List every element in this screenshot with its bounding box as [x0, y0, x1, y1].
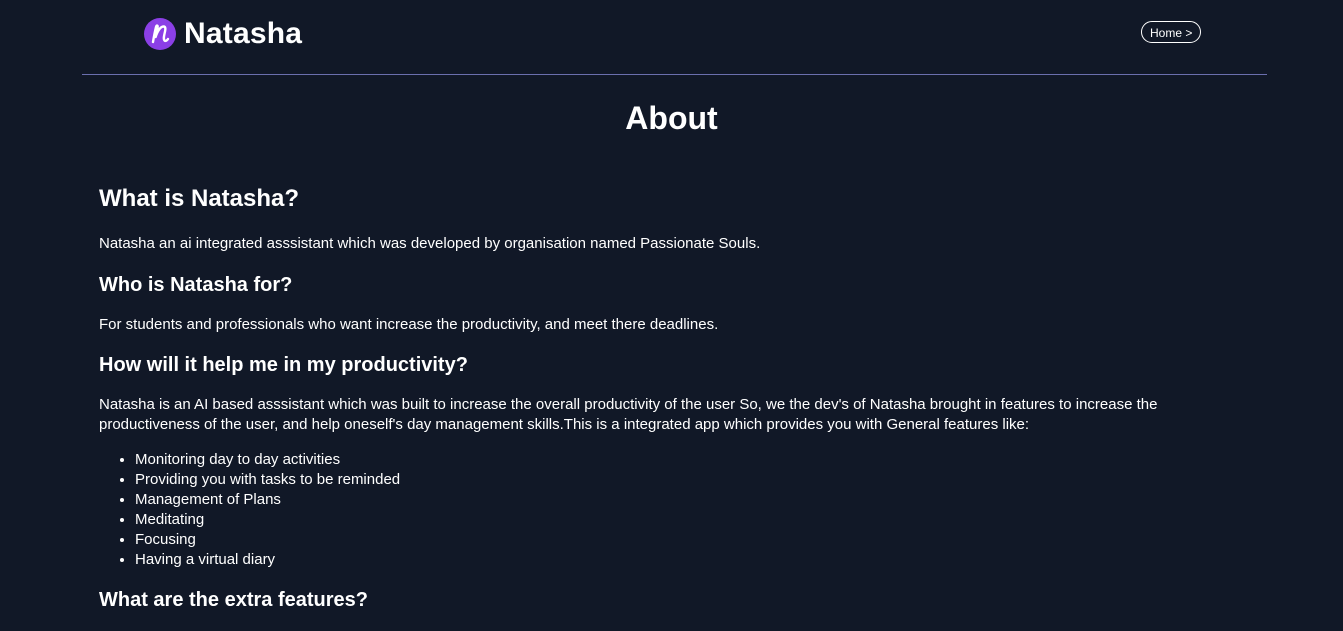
list-item: Management of Plans	[135, 490, 1199, 510]
feature-list: Monitoring day to day activities Providi…	[99, 450, 1199, 570]
list-item: Meditating	[135, 510, 1199, 530]
section-heading-productivity: How will it help me in my productivity?	[99, 354, 468, 376]
list-item: Providing you with tasks to be reminded	[135, 470, 1199, 490]
section-heading-extra-features: What are the extra features?	[99, 589, 368, 611]
list-item: Monitoring day to day activities	[135, 450, 1199, 470]
section-text-what-is: Natasha an ai integrated asssistant whic…	[99, 235, 761, 252]
brand-name: Natasha	[184, 17, 303, 50]
list-item: Having a virtual diary	[135, 550, 1199, 570]
site-header: Natasha Home >	[82, 0, 1267, 75]
list-item: Focusing	[135, 530, 1199, 550]
letter-n-glyph-icon	[151, 24, 170, 44]
page-title: About	[625, 100, 718, 136]
about-content: What is Natasha? Natasha an ai integrate…	[99, 183, 1199, 614]
section-heading-what-is: What is Natasha?	[99, 185, 300, 212]
brand-logo-link[interactable]: Natasha	[144, 14, 302, 54]
natasha-logo-icon	[144, 18, 176, 50]
section-heading-who-for: Who is Natasha for?	[99, 274, 293, 296]
section-text-who-for: For students and professionals who want …	[99, 316, 719, 333]
section-text-productivity: Natasha is an AI based asssistant which …	[99, 396, 1158, 433]
home-button[interactable]: Home >	[1141, 21, 1202, 43]
